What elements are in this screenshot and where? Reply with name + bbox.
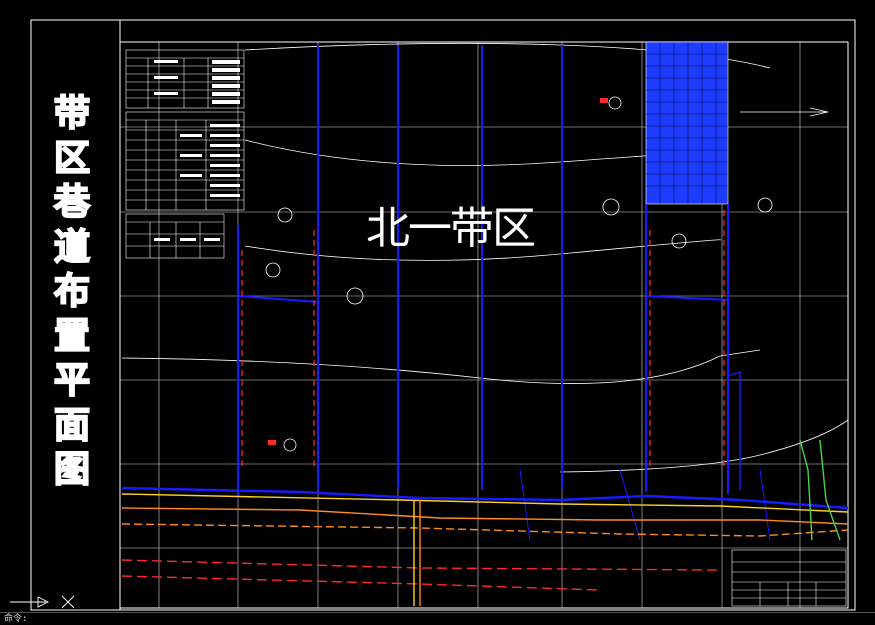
title-char: 区 — [53, 137, 91, 180]
title-char: 面 — [53, 404, 91, 447]
title-char: 巷 — [53, 181, 91, 224]
ucs-axis-icon — [10, 595, 75, 609]
title-char: 置 — [53, 315, 91, 358]
outer-frame — [30, 19, 856, 611]
north-arrow-icon — [740, 107, 829, 117]
vertical-drawing-title: 带 区 巷 道 布 置 平 面 图 — [46, 92, 98, 493]
command-line[interactable]: 命令: — [0, 612, 875, 624]
title-char: 平 — [53, 359, 91, 402]
title-char: 布 — [53, 270, 91, 313]
main-roadways — [121, 439, 849, 606]
contour-lines — [121, 42, 849, 473]
title-block — [731, 549, 847, 607]
zone-label: 北一带区 — [366, 203, 536, 254]
drawing-canvas[interactable] — [0, 0, 875, 624]
tunnel-network — [121, 45, 849, 541]
hatched-area — [645, 41, 729, 205]
title-char: 图 — [53, 448, 91, 491]
title-char: 道 — [53, 226, 91, 269]
title-char: 带 — [53, 92, 91, 135]
